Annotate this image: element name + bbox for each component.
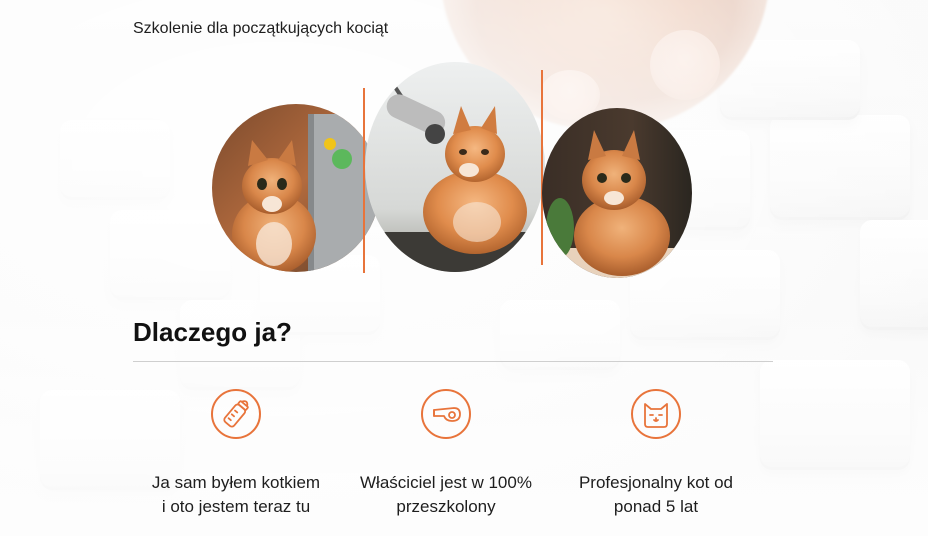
cat-sitting-photo: [542, 108, 692, 278]
gallery-photo-2: [365, 62, 545, 272]
section-title: Dlaczego ja?: [133, 317, 292, 347]
feature-text-owner: Właściciel jest w 100% przeszkolony: [360, 473, 532, 516]
feature-text-kitten: Ja sam byłem kotkiem i oto jestem teraz …: [151, 473, 321, 516]
cat-face-icon: [630, 388, 682, 440]
cat-with-laptop-photo: [212, 104, 380, 272]
gallery-photo-1: [212, 104, 380, 272]
cat-with-microphone-photo: [365, 62, 545, 272]
gallery-photo-3: [542, 108, 692, 278]
page-subtitle: Szkolenie dla początkujących kociąt: [133, 20, 389, 37]
gallery-divider: [541, 70, 543, 265]
baby-bottle-icon: [210, 388, 262, 440]
whistle-icon: [420, 388, 472, 440]
section-divider: [133, 361, 773, 362]
feature-text-professional: Profesjonalny kot od ponad 5 lat: [578, 473, 734, 516]
gallery-divider: [363, 88, 365, 273]
